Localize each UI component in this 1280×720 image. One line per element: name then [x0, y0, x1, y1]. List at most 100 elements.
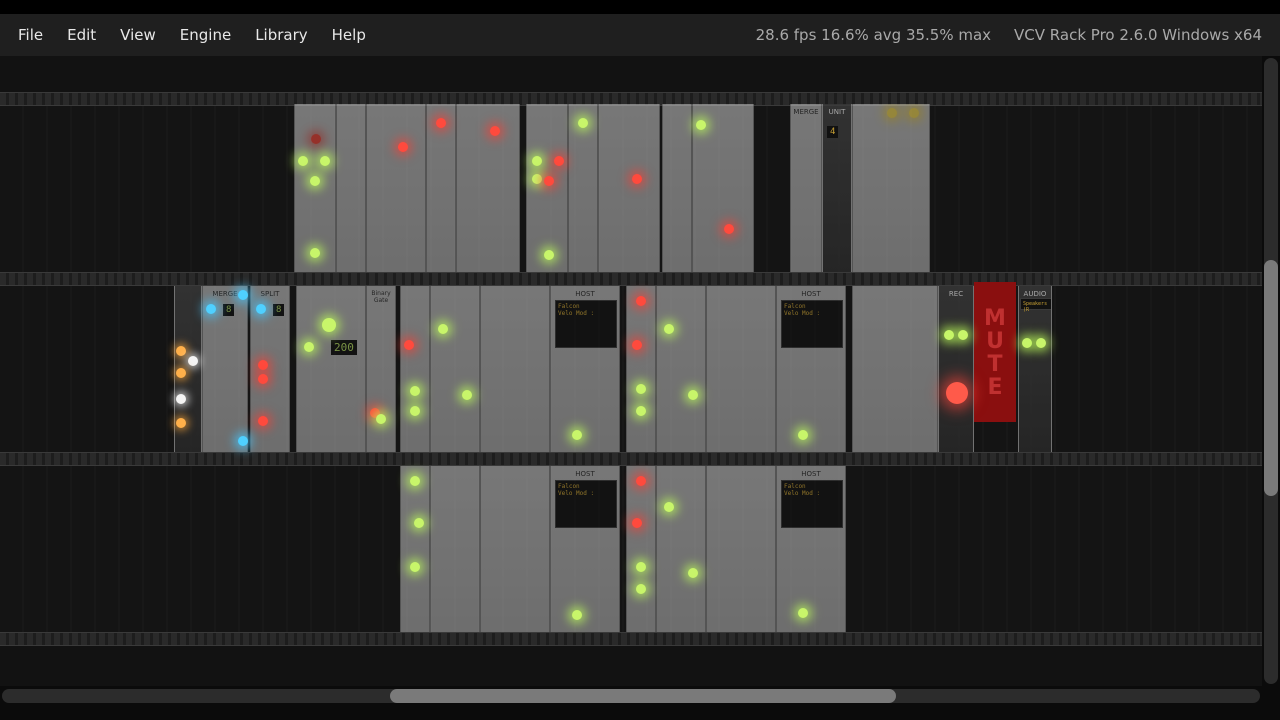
- version-label: VCV Rack Pro 2.6.0 Windows x64: [1014, 26, 1262, 44]
- horizontal-scrollbar-thumb[interactable]: [390, 689, 896, 703]
- module-sequencer[interactable]: [480, 466, 550, 632]
- module-title: HOST: [801, 470, 821, 478]
- vertical-scrollbar[interactable]: [1262, 56, 1280, 686]
- led-indicator: [544, 176, 554, 186]
- module-gate[interactable]: [456, 104, 520, 272]
- led-indicator: [688, 390, 698, 400]
- led-indicator: [636, 406, 646, 416]
- led-indicator: [688, 568, 698, 578]
- led-indicator: [311, 134, 321, 144]
- module-host[interactable]: HOST Falcon Velo Mod :: [550, 286, 620, 452]
- led-indicator: [636, 584, 646, 594]
- module-gate[interactable]: [430, 466, 480, 632]
- module-title: HOST: [801, 290, 821, 298]
- led-indicator: [258, 416, 268, 426]
- host-plugin-name: Falcon: [558, 483, 580, 490]
- split-channel-display: 8: [273, 304, 285, 316]
- module-merge[interactable]: MERGE: [790, 104, 822, 272]
- host-plugin-name: Falcon: [784, 483, 806, 490]
- led-indicator: [1036, 338, 1046, 348]
- module-gate[interactable]: [366, 104, 426, 272]
- led-indicator: [632, 174, 642, 184]
- rack-rail: [0, 632, 1262, 646]
- led-indicator: [578, 118, 588, 128]
- module-host[interactable]: HOST Falcon Velo Mod :: [550, 466, 620, 632]
- module-gate[interactable]: [656, 466, 706, 632]
- led-indicator: [410, 476, 420, 486]
- module-binary-gate[interactable]: Binary Gate: [366, 286, 396, 452]
- module-sequencer[interactable]: [294, 104, 336, 272]
- led-indicator: [798, 608, 808, 618]
- module-chances[interactable]: [336, 104, 366, 272]
- menu-engine[interactable]: Engine: [168, 14, 243, 56]
- menu-bar: File Edit View Engine Library Help 28.6 …: [0, 0, 1280, 56]
- module-gate[interactable]: [598, 104, 660, 272]
- led-indicator: [636, 562, 646, 572]
- module-mixer[interactable]: [852, 104, 930, 272]
- led-indicator: [632, 518, 642, 528]
- led-indicator: [958, 330, 968, 340]
- clock-bpm-display: 200: [331, 340, 357, 355]
- performance-stats: 28.6 fps 16.6% avg 35.5% max: [755, 26, 992, 44]
- module-chances[interactable]: [662, 104, 692, 272]
- led-indicator: [636, 384, 646, 394]
- menu-view[interactable]: View: [108, 14, 168, 56]
- host-screen: Falcon Velo Mod :: [781, 300, 843, 348]
- led-indicator: [664, 502, 674, 512]
- led-indicator: [798, 430, 808, 440]
- host-screen: Falcon Velo Mod :: [781, 480, 843, 528]
- module-filter[interactable]: [852, 286, 938, 452]
- led-indicator: [376, 414, 386, 424]
- led-indicator: [944, 330, 954, 340]
- led-indicator: [310, 248, 320, 258]
- module-sequencer[interactable]: [706, 466, 776, 632]
- module-gate[interactable]: [430, 286, 480, 452]
- led-indicator: [887, 108, 897, 118]
- led-indicator: [398, 142, 408, 152]
- led-indicator: [238, 436, 248, 446]
- record-led: [946, 382, 968, 404]
- host-param-text: Velo Mod :: [784, 310, 821, 317]
- host-screen: Falcon Velo Mod :: [555, 480, 617, 528]
- module-unit[interactable]: UNIT 4: [822, 104, 852, 272]
- menu-edit[interactable]: Edit: [55, 14, 108, 56]
- led-indicator: [258, 374, 268, 384]
- led-indicator: [258, 360, 268, 370]
- menu-file[interactable]: File: [6, 14, 55, 56]
- led-indicator: [176, 418, 186, 428]
- module-chances[interactable]: [400, 286, 430, 452]
- window-bottom-edge: [0, 706, 1280, 720]
- menu-library[interactable]: Library: [243, 14, 319, 56]
- module-chances[interactable]: [400, 466, 430, 632]
- led-indicator: [664, 324, 674, 334]
- module-chances[interactable]: [426, 104, 456, 272]
- module-sequencer[interactable]: [480, 286, 550, 452]
- module-host[interactable]: HOST Falcon Velo Mod :: [776, 466, 846, 632]
- module-gate[interactable]: [656, 286, 706, 452]
- module-title: AUDIO: [1023, 290, 1047, 298]
- led-indicator: [410, 406, 420, 416]
- module-chances[interactable]: [626, 286, 656, 452]
- horizontal-scrollbar[interactable]: [0, 686, 1262, 706]
- led-indicator: [572, 430, 582, 440]
- module-host[interactable]: HOST Falcon Velo Mod :: [776, 286, 846, 452]
- module-sequencer[interactable]: [526, 104, 568, 272]
- led-indicator: [256, 304, 266, 314]
- module-rec[interactable]: REC: [938, 286, 974, 452]
- led-indicator: [322, 318, 336, 332]
- host-param-text: Velo Mod :: [558, 310, 595, 317]
- vcv-rack-window: File Edit View Engine Library Help 28.6 …: [0, 0, 1280, 720]
- led-indicator: [414, 518, 424, 528]
- module-audio[interactable]: AUDIO Speakers (R: [1018, 286, 1052, 452]
- rack-canvas[interactable]: MERGE UNIT 4 MERGE 8 SPLIT 8 200 Binary …: [0, 56, 1262, 686]
- menu-help[interactable]: Help: [320, 14, 378, 56]
- module-chances[interactable]: [626, 466, 656, 632]
- module-title: UNIT: [828, 108, 846, 116]
- module-clock[interactable]: 200: [296, 286, 366, 452]
- led-indicator: [438, 324, 448, 334]
- led-indicator: [532, 156, 542, 166]
- module-sequencer[interactable]: [706, 286, 776, 452]
- mute-button[interactable]: MUTE: [974, 282, 1016, 422]
- module-chances[interactable]: [568, 104, 598, 272]
- vertical-scrollbar-thumb[interactable]: [1264, 260, 1278, 496]
